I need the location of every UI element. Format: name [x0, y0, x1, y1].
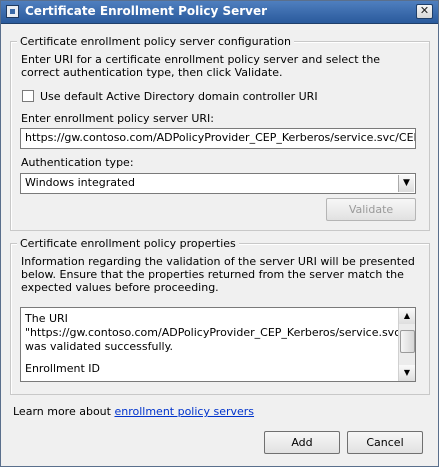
certificate-icon: [6, 5, 19, 18]
window-title: Certificate Enrollment Policy Server: [25, 4, 268, 18]
result-line: [25, 354, 397, 362]
title-bar[interactable]: Certificate Enrollment Policy Server ✕: [1, 1, 438, 24]
properties-description: Information regarding the validation of …: [21, 255, 415, 294]
validation-results-text: The URI "https://gw.contoso.com/ADPolicy…: [25, 312, 416, 376]
enrollment-policy-servers-link[interactable]: enrollment policy servers: [114, 405, 254, 418]
scrollbar-thumb[interactable]: [400, 330, 415, 353]
properties-group-legend: Certificate enrollment policy properties: [17, 237, 239, 250]
result-line: The URI: [25, 312, 68, 325]
auth-type-select[interactable]: Windows integrated ▼: [20, 173, 416, 194]
results-scrollbar[interactable]: ▲ ▼: [398, 308, 415, 381]
scroll-down-icon[interactable]: ▼: [399, 365, 415, 381]
result-line: was validated successfully.: [25, 340, 174, 353]
use-default-uri-label[interactable]: Use default Active Directory domain cont…: [40, 90, 318, 103]
result-line: Enrollment ID: [25, 362, 101, 375]
dialog-window: Certificate Enrollment Policy Server ✕ C…: [0, 0, 439, 467]
scroll-up-icon[interactable]: ▲: [399, 308, 415, 324]
config-instructions: Enter URI for a certificate enrollment p…: [21, 53, 381, 79]
result-line: "https://gw.contoso.com/ADPolicyProvider…: [25, 326, 416, 339]
config-group-legend: Certificate enrollment policy server con…: [17, 35, 294, 48]
validation-results-box[interactable]: The URI "https://gw.contoso.com/ADPolicy…: [20, 307, 416, 382]
auth-type-label: Authentication type:: [21, 156, 134, 169]
uri-label: Enter enrollment policy server URI:: [21, 112, 214, 125]
close-button[interactable]: ✕: [416, 4, 433, 19]
learn-more-prefix: Learn more about: [13, 405, 111, 418]
cancel-button[interactable]: Cancel: [347, 431, 423, 454]
use-default-uri-checkbox[interactable]: [22, 90, 34, 102]
uri-input[interactable]: https://gw.contoso.com/ADPolicyProvider_…: [20, 128, 416, 149]
chevron-down-icon[interactable]: ▼: [398, 175, 414, 192]
validate-button[interactable]: Validate: [326, 198, 416, 221]
auth-type-value: Windows integrated: [25, 176, 136, 189]
learn-more-text: Learn more about enrollment policy serve…: [13, 405, 254, 418]
close-icon: ✕: [419, 4, 430, 17]
add-button[interactable]: Add: [264, 431, 340, 454]
